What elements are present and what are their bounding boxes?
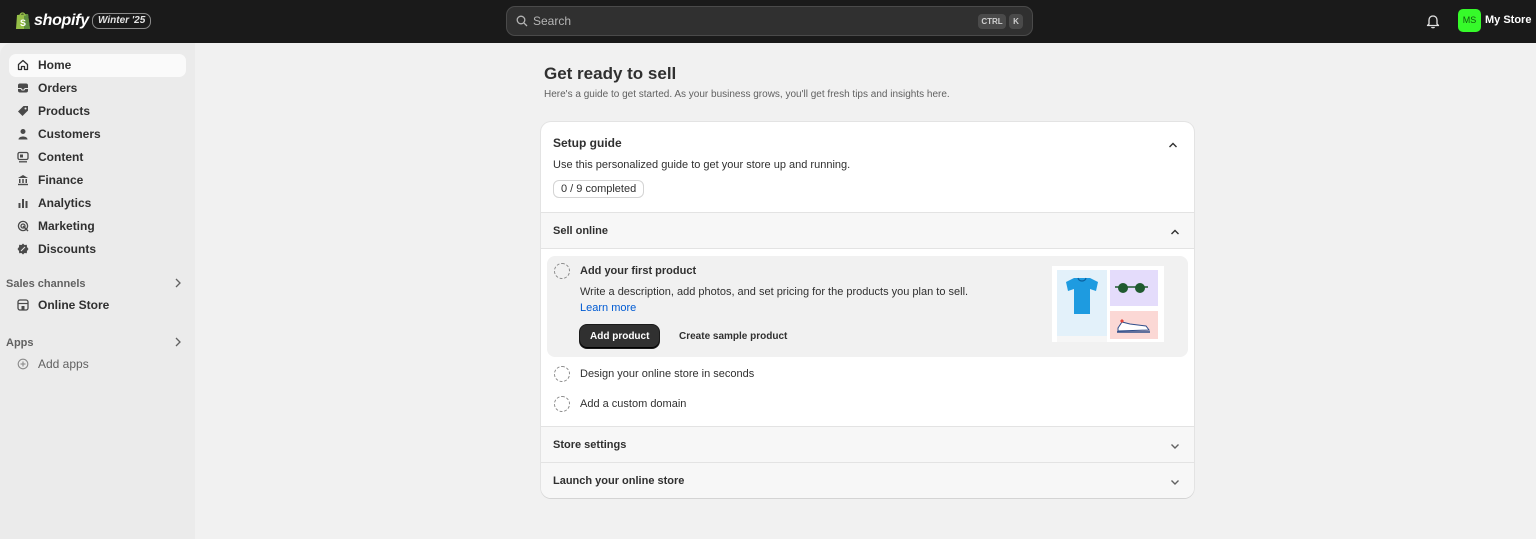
shopify-logo[interactable]: S shopify — [15, 11, 89, 30]
sidebar-item-add-apps[interactable]: Add apps — [9, 353, 186, 376]
task-status-icon[interactable] — [554, 396, 570, 412]
sidebar-item-products[interactable]: Products — [9, 100, 186, 123]
section-launch-store[interactable]: Launch your online store — [541, 462, 1194, 498]
brand-name: shopify — [34, 11, 89, 29]
sidebar-item-discounts[interactable]: Discounts — [9, 238, 186, 261]
search-input[interactable] — [533, 7, 973, 35]
person-icon — [18, 129, 28, 140]
section-sell-online-label: Sell online — [553, 225, 609, 237]
sidebar-item-label: Analytics — [38, 196, 92, 210]
task-label: Design your online store in seconds — [580, 368, 755, 380]
product-illustration — [1052, 266, 1164, 342]
task-design-store[interactable]: Design your online store in seconds — [547, 360, 1188, 388]
target-icon — [17, 220, 29, 232]
home-icon — [17, 59, 29, 71]
tag-icon — [18, 106, 28, 116]
sidebar-item-orders[interactable]: Orders — [9, 77, 186, 100]
bell-icon[interactable] — [1426, 13, 1440, 29]
storefront-icon — [17, 299, 29, 311]
chevron-down-icon — [1171, 480, 1179, 485]
sidebar-item-label: Discounts — [38, 242, 97, 256]
chevron-up-icon[interactable] — [1168, 140, 1178, 150]
task-status-icon[interactable] — [554, 263, 570, 279]
progress-badge: 0 / 9 completed — [553, 180, 645, 198]
sidebar-item-label: Products — [38, 104, 91, 118]
bar-chart-icon — [18, 199, 28, 208]
task-title: Add your first product — [580, 265, 697, 277]
task-description: Write a description, add photos, and set… — [580, 284, 980, 316]
sidebar-item-label: Marketing — [38, 219, 95, 233]
discount-icon — [17, 243, 29, 255]
shortcut-k-key: K — [1009, 14, 1023, 29]
sidebar-item-content[interactable]: Content — [9, 146, 186, 169]
section-store-settings-label: Store settings — [553, 439, 627, 451]
page-subtitle: Here's a guide to get started. As your b… — [544, 89, 950, 100]
sidebar-item-label: Finance — [38, 173, 84, 187]
section-launch-label: Launch your online store — [553, 475, 685, 487]
task-label: Add a custom domain — [580, 398, 687, 410]
shortcut-ctrl-key: CTRL — [978, 14, 1006, 29]
setup-guide-description: Use this personalized guide to get your … — [553, 159, 851, 171]
sidebar-item-home[interactable]: Home — [9, 54, 186, 77]
apps-header[interactable]: Apps — [6, 334, 186, 350]
sidebar-item-label: Content — [38, 150, 84, 164]
search-icon — [516, 15, 528, 27]
task-custom-domain[interactable]: Add a custom domain — [547, 390, 1188, 418]
top-bar: S shopify Winter '25 CTRL K MS My Store — [0, 0, 1536, 43]
plus-circle-icon — [17, 358, 29, 370]
inbox-icon — [18, 83, 28, 93]
store-name[interactable]: My Store — [1485, 14, 1531, 26]
shopify-bag-icon: S — [16, 12, 30, 29]
sidebar-item-marketing[interactable]: Marketing — [9, 215, 186, 238]
bank-icon — [18, 175, 28, 186]
chevron-right-icon — [175, 337, 181, 347]
task-add-first-product[interactable]: Add your first product Write a descripti… — [547, 256, 1188, 357]
sidebar-item-label: Online Store — [38, 298, 110, 312]
avatar[interactable]: MS — [1458, 9, 1481, 32]
sidebar-item-customers[interactable]: Customers — [9, 123, 186, 146]
edition-badge[interactable]: Winter '25 — [92, 13, 152, 29]
apps-label: Apps — [6, 337, 34, 349]
setup-guide-card: Setup guide Use this personalized guide … — [541, 122, 1194, 498]
section-sell-online[interactable]: Sell online — [541, 212, 1194, 249]
add-product-button[interactable]: Add product — [580, 325, 660, 348]
page-title: Get ready to sell — [544, 64, 677, 83]
section-store-settings[interactable]: Store settings — [541, 426, 1194, 463]
sidebar-item-label: Add apps — [38, 357, 89, 371]
sales-channels-header[interactable]: Sales channels — [6, 275, 186, 291]
sidebar: Home Orders Products Customers Content F… — [0, 43, 195, 539]
content-icon — [17, 151, 29, 163]
task-description-text: Write a description, add photos, and set… — [580, 286, 969, 298]
create-sample-product-button[interactable]: Create sample product — [671, 325, 795, 348]
search-bar[interactable]: CTRL K — [506, 6, 1033, 36]
svg-text:S: S — [20, 18, 26, 28]
sidebar-item-label: Customers — [38, 127, 101, 141]
task-status-icon[interactable] — [554, 366, 570, 382]
setup-guide-title: Setup guide — [553, 136, 622, 150]
sidebar-item-finance[interactable]: Finance — [9, 169, 186, 192]
sidebar-item-analytics[interactable]: Analytics — [9, 192, 186, 215]
chevron-up-icon — [1171, 229, 1179, 235]
sidebar-item-online-store[interactable]: Online Store — [9, 294, 186, 317]
sidebar-item-label: Home — [38, 58, 72, 72]
chevron-right-icon — [175, 278, 181, 288]
chevron-down-icon — [1171, 444, 1179, 449]
learn-more-link[interactable]: Learn more — [580, 302, 636, 314]
sidebar-item-label: Orders — [38, 81, 78, 95]
sales-channels-label: Sales channels — [6, 278, 86, 290]
